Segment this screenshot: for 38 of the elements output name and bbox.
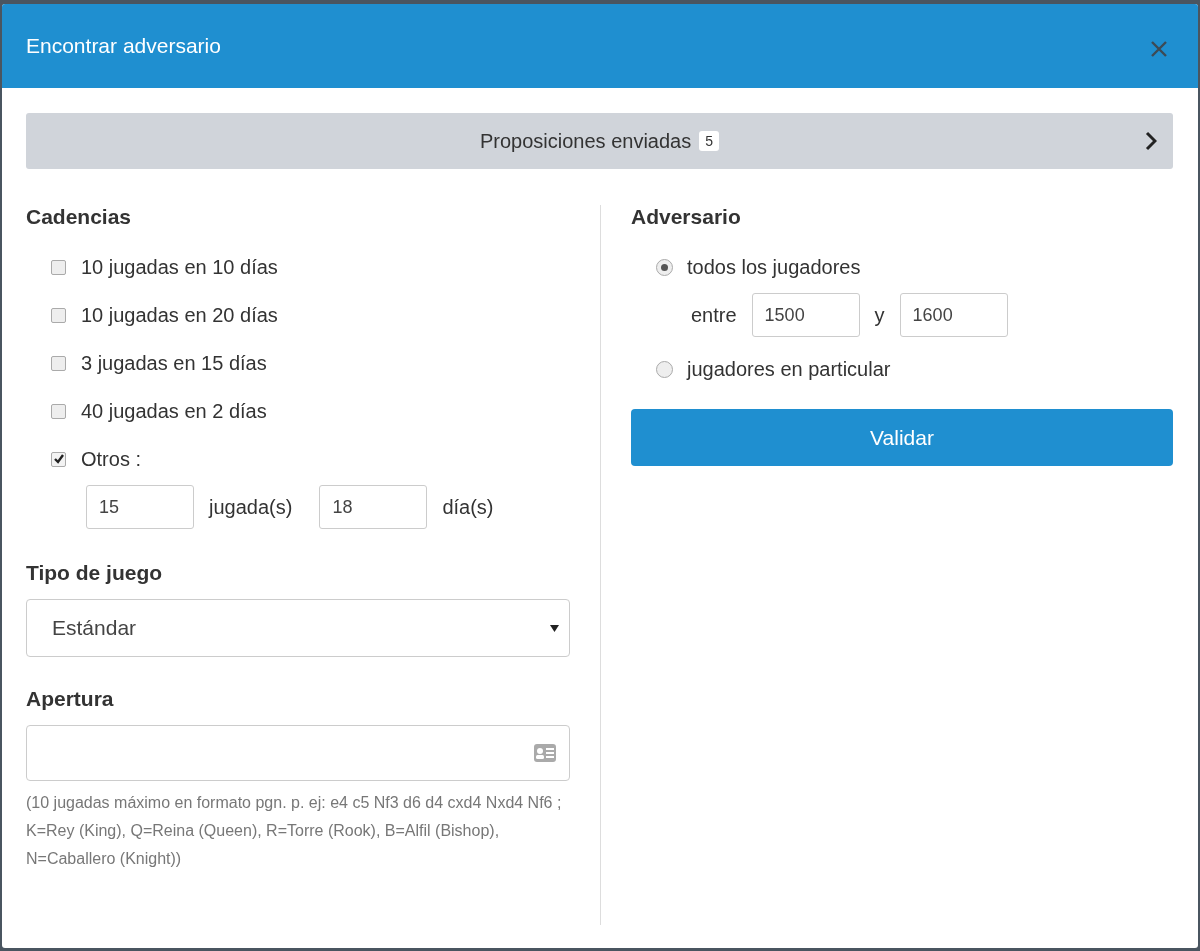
caret-down-icon — [550, 624, 559, 632]
range-to-label: y — [874, 303, 885, 327]
validate-button[interactable]: Validar — [631, 409, 1173, 466]
dialog-title: Encontrar adversario — [26, 34, 221, 58]
radio-button[interactable] — [656, 258, 673, 276]
game-type-select[interactable]: Estándar — [26, 599, 570, 657]
checkbox-label: 10 jugadas en 10 días — [81, 255, 278, 279]
checkbox-label: 40 jugadas en 2 días — [81, 399, 267, 423]
opening-input[interactable] — [26, 725, 570, 781]
section-heading: Cadencias — [26, 205, 133, 229]
id-card-icon — [533, 743, 557, 763]
min-rating-input[interactable]: 1500 — [751, 293, 860, 337]
chevron-right-icon — [1145, 131, 1157, 151]
radio-label: jugadores en particular — [687, 357, 891, 381]
checkbox[interactable] — [51, 307, 66, 323]
close-icon[interactable] — [1150, 40, 1168, 58]
radio-button[interactable] — [656, 360, 673, 378]
checkbox[interactable] — [51, 259, 66, 275]
checkbox-label: 10 jugadas en 20 días — [81, 303, 278, 327]
days-label: día(s) — [442, 495, 494, 519]
checkbox[interactable] — [51, 451, 66, 467]
max-rating-input[interactable]: 1600 — [899, 293, 1008, 337]
moves-input[interactable]: 15 — [86, 485, 194, 529]
section-heading: Tipo de juego — [26, 561, 164, 585]
checkbox-label: 3 jugadas en 15 días — [81, 351, 267, 375]
range-from-label: entre — [691, 303, 737, 327]
section-heading: Apertura — [26, 687, 115, 711]
moves-label: jugada(s) — [209, 495, 293, 519]
section-heading: Adversario — [631, 205, 742, 229]
sent-proposals-button[interactable]: Proposiciones enviadas 5 — [26, 113, 1173, 169]
days-input[interactable]: 18 — [319, 485, 428, 529]
radio-label: todos los jugadores — [687, 255, 861, 279]
checkbox[interactable] — [51, 355, 66, 371]
checkbox[interactable] — [51, 403, 66, 419]
count-badge: 5 — [699, 131, 719, 151]
checkbox-label: Otros : — [81, 447, 141, 471]
sent-proposals-label: Proposiciones enviadas — [479, 129, 692, 153]
help-text: (10 jugadas máximo en formato pgn. p. ej: e4 c5 Nf3 d6 d4 cxd4 Nxd4 Nf6 ; K=Rey (King), Q=Reina (Queen), R=Torre (Rook), B=Alfil (Bishop), N=Caballero (Knight)) — [26, 793, 563, 869]
